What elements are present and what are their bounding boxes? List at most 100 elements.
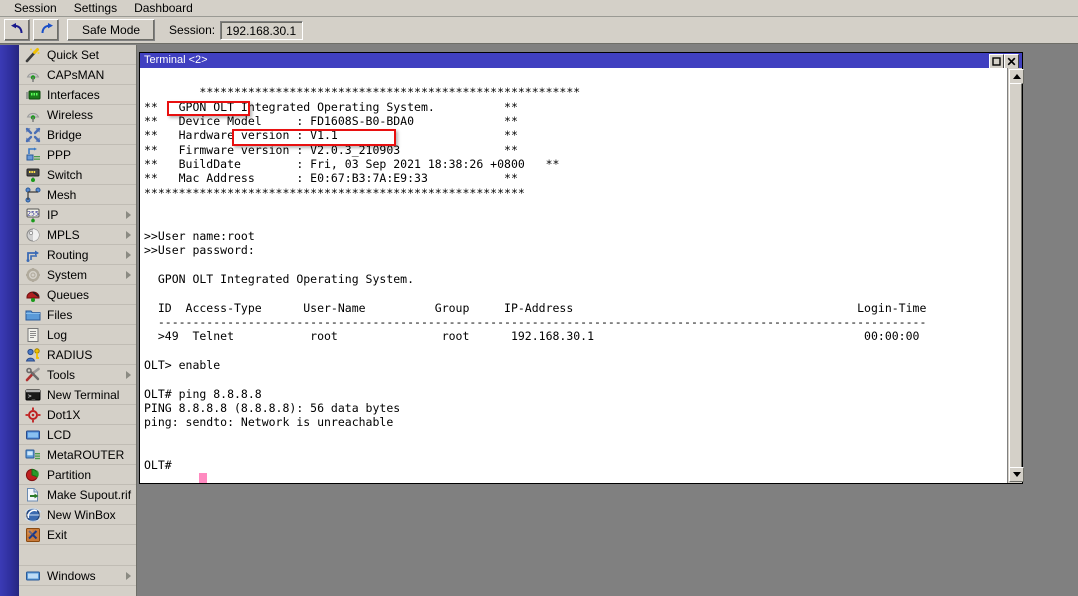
terminal-title-bar[interactable]: Terminal <2> <box>140 53 1022 68</box>
sidebar-item-dot1x[interactable]: Dot1X <box>19 405 136 425</box>
ip-255-icon: 255 <box>25 207 41 223</box>
sidebar-item-label: New WinBox <box>47 508 116 522</box>
ppp-icon <box>25 147 41 163</box>
sidebar-item-tools[interactable]: Tools <box>19 365 136 385</box>
sidebar: WinBox Quick SetCAPsMANInterfacesWireles… <box>0 45 137 596</box>
scroll-up-button[interactable] <box>1009 69 1024 84</box>
sidebar-item-label: Wireless <box>47 108 93 122</box>
sidebar-item-quick-set[interactable]: Quick Set <box>19 45 136 65</box>
tools-icon <box>25 367 41 383</box>
session-label: Session: <box>169 23 215 37</box>
winbox-globe-icon <box>25 507 41 523</box>
sidebar-item-switch[interactable]: Switch <box>19 165 136 185</box>
scroll-down-arrow-icon <box>1013 472 1021 477</box>
antenna-icon <box>25 67 41 83</box>
terminal-icon: >_ <box>25 387 41 403</box>
sidebar-item-label: Exit <box>47 528 67 542</box>
sidebar-item-label: Interfaces <box>47 88 100 102</box>
sidebar-item-label: Routing <box>47 248 88 262</box>
terminal-body: ****************************************… <box>140 68 1022 483</box>
sidebar-item-bridge[interactable]: Bridge <box>19 125 136 145</box>
scroll-down-button[interactable] <box>1009 467 1024 482</box>
sidebar-item-label: LCD <box>47 428 71 442</box>
sidebar-item-label: Switch <box>47 168 82 182</box>
sidebar-item-label: MetaROUTER <box>47 448 124 462</box>
supout-icon <box>25 487 41 503</box>
menu-item-session[interactable]: Session <box>6 0 66 17</box>
svg-text:255: 255 <box>27 209 39 217</box>
scroll-up-arrow-icon <box>1013 74 1021 79</box>
sidebar-item-routing[interactable]: Routing <box>19 245 136 265</box>
session-address-field[interactable]: 192.168.30.1 <box>220 21 303 40</box>
switch-icon <box>25 167 41 183</box>
antenna-icon <box>25 107 41 123</box>
maximize-icon <box>992 55 1001 69</box>
scrollbar-track[interactable] <box>1009 83 1022 468</box>
chevron-right-icon <box>126 251 131 259</box>
sidebar-item-partition[interactable]: Partition <box>19 465 136 485</box>
log-icon <box>25 327 41 343</box>
bridge-icon <box>25 127 41 143</box>
terminal-window[interactable]: Terminal <2> ***************************… <box>139 52 1023 484</box>
sidebar-item-label: MPLS <box>47 228 80 242</box>
undo-button[interactable] <box>4 19 30 41</box>
gear-icon <box>25 267 41 283</box>
sidebar-item-windows[interactable]: Windows <box>19 566 136 586</box>
interfaces-icon <box>25 87 41 103</box>
maximize-button[interactable] <box>989 54 1004 69</box>
redo-arrow-icon <box>39 22 54 38</box>
sidebar-item-mpls[interactable]: MPLS <box>19 225 136 245</box>
sidebar-item-label: Queues <box>47 288 89 302</box>
sidebar-item-wireless[interactable]: Wireless <box>19 105 136 125</box>
sidebar-item-ip[interactable]: 255 IP <box>19 205 136 225</box>
radius-user-key-icon <box>25 347 41 363</box>
terminal-output[interactable]: ****************************************… <box>140 68 1007 483</box>
chevron-right-icon <box>126 572 131 580</box>
menu-item-settings[interactable]: Settings <box>66 0 126 17</box>
sidebar-item-label: New Terminal <box>47 388 119 402</box>
sidebar-item-label: Files <box>47 308 72 322</box>
sidebar-item-label: PPP <box>47 148 71 162</box>
mesh-icon <box>25 187 41 203</box>
sidebar-item-system[interactable]: System <box>19 265 136 285</box>
chevron-right-icon <box>126 371 131 379</box>
menu-item-dashboard[interactable]: Dashboard <box>126 0 202 17</box>
chevron-right-icon <box>126 231 131 239</box>
sidebar-item-new-winbox[interactable]: New WinBox <box>19 505 136 525</box>
sidebar-item-label: Make Supout.rif <box>47 488 131 502</box>
menu-bar: Session Settings Dashboard <box>0 0 1078 17</box>
sidebar-item-mesh[interactable]: Mesh <box>19 185 136 205</box>
sidebar-item-exit[interactable]: Exit <box>19 525 136 545</box>
sidebar-item-ppp[interactable]: PPP <box>19 145 136 165</box>
sidebar-menu-list: Quick SetCAPsMAN Interfaces Wireless Bridge… <box>19 45 136 596</box>
terminal-title: Terminal <2> <box>144 54 208 67</box>
exit-icon <box>25 527 41 543</box>
sidebar-item-files[interactable]: Files <box>19 305 136 325</box>
sidebar-item-label: System <box>47 268 87 282</box>
sidebar-item-make-supout-rif[interactable]: Make Supout.rif <box>19 485 136 505</box>
desktop-area: WinBox Quick SetCAPsMANInterfacesWireles… <box>0 45 1078 596</box>
queues-icon <box>25 287 41 303</box>
scrollbar-thumb[interactable] <box>1009 83 1022 468</box>
sidebar-item-log[interactable]: Log <box>19 325 136 345</box>
safe-mode-button[interactable]: Safe Mode <box>67 19 155 41</box>
sidebar-item-radius[interactable]: RADIUS <box>19 345 136 365</box>
sidebar-item-metarouter[interactable]: MetaROUTER <box>19 445 136 465</box>
undo-arrow-icon <box>10 22 25 38</box>
chevron-right-icon <box>126 211 131 219</box>
dot1x-icon <box>25 407 41 423</box>
sidebar-item-label: IP <box>47 208 58 222</box>
sidebar-item-lcd[interactable]: LCD <box>19 425 136 445</box>
sidebar-item-interfaces[interactable]: Interfaces <box>19 85 136 105</box>
redo-button[interactable] <box>33 19 59 41</box>
lcd-screen-icon <box>25 427 41 443</box>
sidebar-item-new-terminal[interactable]: >_ New Terminal <box>19 385 136 405</box>
sidebar-item-label: Dot1X <box>47 408 80 422</box>
sidebar-item-label: Partition <box>47 468 91 482</box>
sidebar-item-capsman[interactable]: CAPsMAN <box>19 65 136 85</box>
sidebar-item-queues[interactable]: Queues <box>19 285 136 305</box>
sidebar-item-label: Windows <box>47 569 96 583</box>
close-button[interactable] <box>1004 54 1019 69</box>
terminal-scrollbar[interactable] <box>1007 68 1022 483</box>
sidebar-item-label: Bridge <box>47 128 82 142</box>
